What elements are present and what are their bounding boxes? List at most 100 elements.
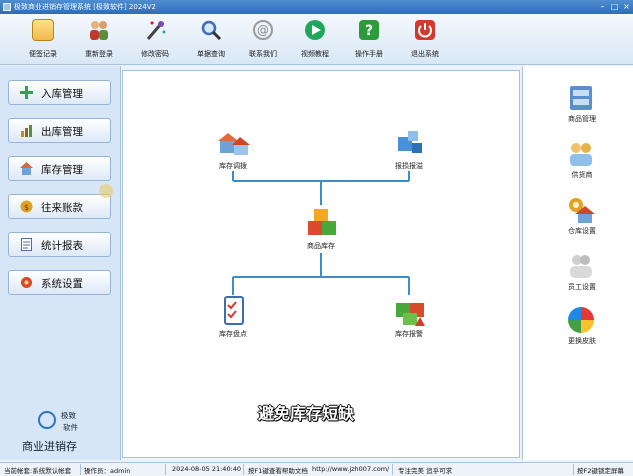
svg-text:@: @ bbox=[257, 23, 269, 37]
video-tutorial-button[interactable]: 视频教程 bbox=[292, 17, 338, 61]
flow-node-label: 库存报警 bbox=[395, 330, 423, 338]
shortcut-change-skin[interactable]: 更换皮肤 bbox=[559, 306, 605, 352]
notepad-label: 便签记录 bbox=[29, 50, 57, 58]
shortcut-label: 仓库设置 bbox=[568, 227, 596, 235]
flow-node-label: 库存调拨 bbox=[219, 162, 247, 170]
sidebar-item-stock-out[interactable]: 出库管理 bbox=[8, 118, 111, 143]
document-search-label: 单据查询 bbox=[197, 50, 225, 58]
status-divider bbox=[243, 464, 244, 475]
color-wheel-icon bbox=[567, 306, 595, 334]
sidebar-item-label: 出库管理 bbox=[41, 126, 83, 138]
contact-us-label: 联系我们 bbox=[249, 50, 277, 58]
magic-wand-icon bbox=[144, 19, 166, 41]
help-icon: ? bbox=[358, 19, 380, 41]
employees-icon bbox=[567, 252, 595, 280]
status-help-hint: 按F1键查看帮助文档 bbox=[248, 467, 308, 475]
logo-text-line2: 软件 bbox=[63, 423, 78, 432]
status-slogan: 专注完美 追乎可求 bbox=[398, 467, 453, 475]
sidebar-item-stock-in[interactable]: 入库管理 bbox=[8, 80, 111, 105]
shortcut-warehouse-settings[interactable]: 仓库设置 bbox=[559, 196, 605, 242]
flow-node-stocktake[interactable]: 库存盘点 bbox=[203, 295, 263, 347]
exit-button[interactable]: 退出系统 bbox=[402, 17, 448, 61]
magnifier-icon bbox=[200, 19, 222, 41]
gear-icon bbox=[20, 276, 33, 289]
sidebar: 入库管理 出库管理 库存管理 $ 往来账款 统计报表 系统设置 bbox=[0, 66, 121, 460]
status-website-link[interactable]: http://www.jzh007.com/ bbox=[312, 465, 389, 473]
svg-text:?: ? bbox=[365, 23, 373, 39]
shortcut-employee-settings[interactable]: 员工设置 bbox=[559, 252, 605, 298]
status-divider bbox=[165, 464, 166, 475]
change-password-label: 修改密码 bbox=[141, 50, 169, 58]
brand-logo: 极致 软件 商业进销存 bbox=[16, 408, 106, 456]
coins-icon: $ bbox=[20, 200, 33, 213]
status-operator: 操作员：admin bbox=[84, 467, 131, 475]
shortcut-suppliers[interactable]: 供货商 bbox=[559, 140, 605, 186]
users-icon bbox=[88, 19, 110, 41]
change-password-button[interactable]: 修改密码 bbox=[132, 17, 178, 61]
logo-product-name: 商业进销存 bbox=[22, 440, 77, 453]
mouse-cursor-highlight bbox=[99, 184, 113, 198]
power-icon bbox=[414, 19, 436, 41]
play-icon bbox=[304, 19, 326, 41]
minimize-button[interactable]: – bbox=[597, 1, 608, 12]
flow-node-transfer[interactable]: 库存调拨 bbox=[203, 127, 263, 179]
sidebar-item-label: 入库管理 bbox=[41, 88, 83, 100]
window-title: 极致商业进销存管理系统 [极致软件] 2024V2 bbox=[14, 3, 156, 11]
svg-text:$: $ bbox=[24, 203, 29, 212]
relogin-button[interactable]: 重新登录 bbox=[76, 17, 122, 61]
status-divider bbox=[573, 464, 574, 475]
sidebar-item-reports[interactable]: 统计报表 bbox=[8, 232, 111, 257]
flow-node-label: 库存盘点 bbox=[219, 330, 247, 338]
notepad-icon bbox=[32, 19, 54, 41]
alarm-boxes-icon bbox=[394, 295, 426, 327]
suppliers-icon bbox=[567, 140, 595, 168]
status-datetime: 2024-08-05 21:40:40 bbox=[172, 465, 242, 473]
status-bar: 当前帐套:系统默认帐套 操作员：admin 2024-08-05 21:40:4… bbox=[0, 462, 633, 476]
cabinet-icon bbox=[567, 84, 595, 112]
cubes-blue-icon bbox=[394, 127, 426, 159]
sidebar-item-accounts[interactable]: $ 往来账款 bbox=[8, 194, 111, 219]
exit-label: 退出系统 bbox=[411, 50, 439, 58]
checklist-icon bbox=[218, 295, 250, 327]
shortcut-label: 员工设置 bbox=[568, 283, 596, 291]
manual-label: 操作手册 bbox=[355, 50, 383, 58]
title-bar: 极致商业进销存管理系统 [极致软件] 2024V2 – □ × bbox=[0, 0, 633, 14]
shortcut-label: 供货商 bbox=[571, 171, 593, 179]
flow-node-loss-gain[interactable]: 报损报溢 bbox=[379, 127, 439, 179]
close-button[interactable]: × bbox=[621, 1, 632, 12]
house-icon bbox=[20, 162, 33, 175]
status-divider bbox=[392, 464, 393, 475]
contact-us-button[interactable]: @ 联系我们 bbox=[240, 17, 286, 61]
shortcut-product-management[interactable]: 商品管理 bbox=[559, 84, 605, 130]
shortcut-panel: 商品管理 供货商 仓库设置 员工设置 更换皮肤 bbox=[522, 66, 633, 460]
status-account: 当前帐套:系统默认帐套 bbox=[4, 467, 72, 475]
houses-icon bbox=[218, 127, 250, 159]
sidebar-item-settings[interactable]: 系统设置 bbox=[8, 270, 111, 295]
document-icon bbox=[20, 238, 33, 251]
sidebar-item-label: 库存管理 bbox=[41, 164, 83, 176]
sidebar-item-inventory[interactable]: 库存管理 bbox=[8, 156, 111, 181]
flow-node-label: 商品库存 bbox=[307, 242, 335, 250]
notepad-button[interactable]: 便签记录 bbox=[20, 17, 66, 61]
document-search-button[interactable]: 单据查询 bbox=[188, 17, 234, 61]
flow-node-stock-alarm[interactable]: 库存报警 bbox=[379, 295, 439, 347]
video-caption: 避免库存短缺 bbox=[258, 404, 355, 423]
flow-node-product-stock[interactable]: 商品库存 bbox=[291, 207, 351, 259]
chart-icon bbox=[20, 124, 33, 137]
status-lock-hint: 按F2键锁定屏幕 bbox=[577, 467, 624, 475]
at-sign-icon: @ bbox=[252, 19, 274, 41]
sidebar-item-label: 系统设置 bbox=[41, 278, 83, 290]
sidebar-item-label: 往来账款 bbox=[41, 202, 83, 214]
logo-mark-icon bbox=[38, 411, 56, 429]
warehouse-icon bbox=[567, 196, 595, 224]
video-tutorial-label: 视频教程 bbox=[301, 50, 329, 58]
boxes-icon bbox=[306, 207, 338, 239]
shortcut-label: 更换皮肤 bbox=[568, 337, 596, 345]
maximize-button[interactable]: □ bbox=[609, 1, 620, 12]
status-divider bbox=[80, 464, 81, 475]
relogin-label: 重新登录 bbox=[85, 50, 113, 58]
sidebar-item-label: 统计报表 bbox=[41, 240, 83, 252]
manual-button[interactable]: ? 操作手册 bbox=[346, 17, 392, 61]
shortcut-label: 商品管理 bbox=[568, 115, 596, 123]
logo-text-line1: 极致 bbox=[61, 411, 76, 420]
